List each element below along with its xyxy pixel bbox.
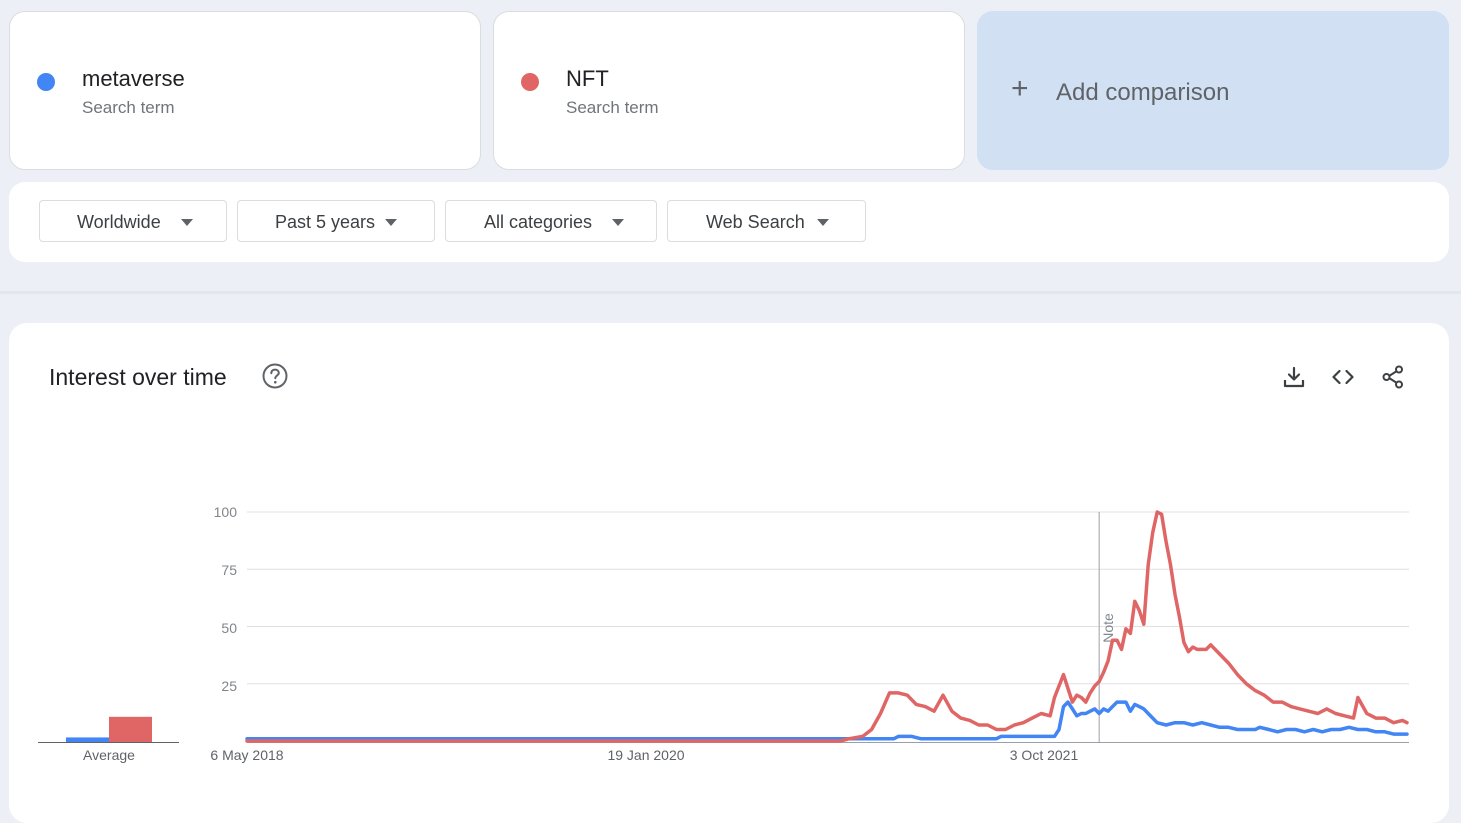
series-line-metaverse[interactable]: [245, 700, 1409, 741]
interest-over-time-chart: 100 75 50 25 6 May 2018 19 Jan 2020 3 Oc…: [38, 504, 1409, 763]
y-axis-ticks: 100 75 50 25: [214, 504, 238, 694]
x-tick-label: 6 May 2018: [210, 747, 283, 763]
note-marker[interactable]: Note: [1098, 512, 1116, 743]
x-tick-label: 19 Jan 2020: [607, 747, 684, 763]
y-tick-label: 100: [214, 504, 238, 520]
y-tick-label: 25: [221, 678, 237, 694]
x-axis-labels: 6 May 2018 19 Jan 2020 3 Oct 2021: [210, 747, 1078, 763]
y-tick-label: 75: [221, 562, 237, 578]
average-bars: Average: [38, 716, 179, 763]
note-label: Note: [1100, 613, 1116, 643]
average-label: Average: [83, 747, 135, 763]
x-tick-label: 3 Oct 2021: [1010, 747, 1079, 763]
y-tick-label: 50: [221, 620, 237, 636]
average-bar-metaverse: [66, 737, 109, 742]
chart-gridlines: [247, 511, 1409, 743]
average-bar-nft: [109, 716, 152, 742]
